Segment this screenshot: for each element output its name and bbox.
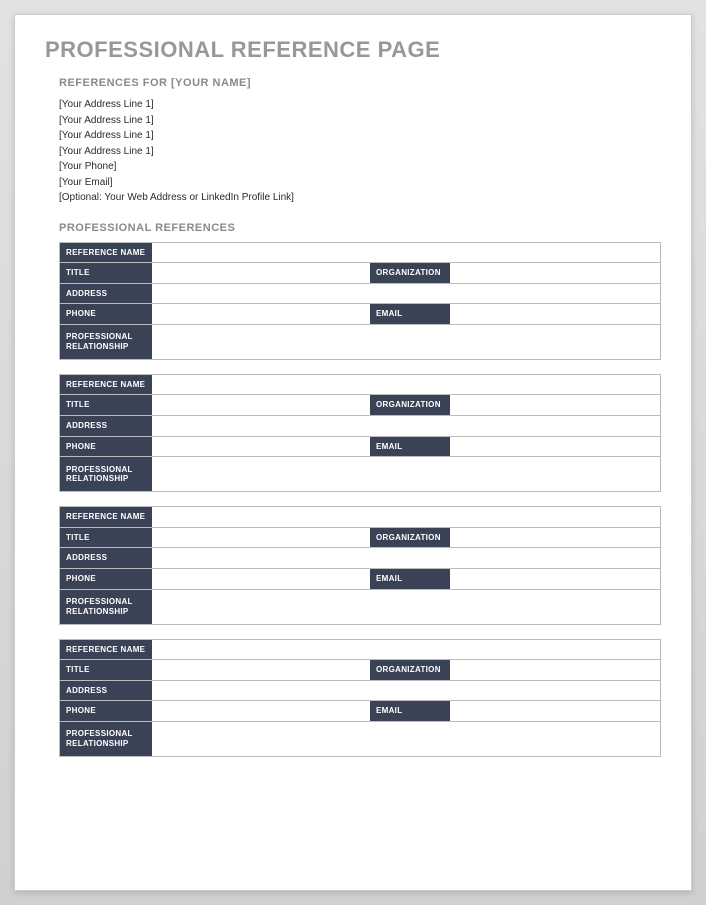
label-organization: ORGANIZATION bbox=[370, 660, 450, 680]
label-title: TITLE bbox=[60, 528, 152, 548]
label-phone: PHONE bbox=[60, 304, 152, 324]
field-phone[interactable] bbox=[152, 437, 370, 457]
document-page: PROFESSIONAL REFERENCE PAGE REFERENCES F… bbox=[14, 14, 692, 891]
field-address[interactable] bbox=[152, 548, 660, 568]
label-organization: ORGANIZATION bbox=[370, 528, 450, 548]
label-reference-name: REFERENCE NAME bbox=[60, 243, 152, 263]
field-reference-name[interactable] bbox=[152, 243, 660, 263]
label-phone: PHONE bbox=[60, 437, 152, 457]
field-title[interactable] bbox=[152, 395, 370, 415]
address-line: [Your Address Line 1] bbox=[59, 97, 661, 113]
label-email: EMAIL bbox=[370, 304, 450, 324]
label-title: TITLE bbox=[60, 395, 152, 415]
label-title: TITLE bbox=[60, 263, 152, 283]
section-heading: PROFESSIONAL REFERENCES bbox=[59, 222, 661, 234]
label-title: TITLE bbox=[60, 660, 152, 680]
address-line: [Your Address Line 1] bbox=[59, 128, 661, 144]
field-address[interactable] bbox=[152, 416, 660, 436]
label-organization: ORGANIZATION bbox=[370, 395, 450, 415]
label-email: EMAIL bbox=[370, 701, 450, 721]
field-organization[interactable] bbox=[450, 263, 660, 283]
field-reference-name[interactable] bbox=[152, 640, 660, 660]
label-address: ADDRESS bbox=[60, 548, 152, 568]
label-relationship: PROFESSIONAL RELATIONSHIP bbox=[60, 590, 152, 624]
reference-block: REFERENCE NAME TITLE ORGANIZATION ADDRES… bbox=[59, 242, 661, 360]
field-title[interactable] bbox=[152, 528, 370, 548]
email-line: [Your Email] bbox=[59, 175, 661, 191]
field-organization[interactable] bbox=[450, 528, 660, 548]
field-phone[interactable] bbox=[152, 304, 370, 324]
label-relationship: PROFESSIONAL RELATIONSHIP bbox=[60, 325, 152, 359]
reference-block: REFERENCE NAME TITLE ORGANIZATION ADDRES… bbox=[59, 639, 661, 757]
field-email[interactable] bbox=[450, 701, 660, 721]
field-relationship[interactable] bbox=[152, 325, 660, 359]
field-relationship[interactable] bbox=[152, 590, 660, 624]
address-line: [Your Address Line 1] bbox=[59, 144, 661, 160]
field-phone[interactable] bbox=[152, 569, 370, 589]
field-address[interactable] bbox=[152, 284, 660, 304]
address-line: [Your Address Line 1] bbox=[59, 113, 661, 129]
label-relationship: PROFESSIONAL RELATIONSHIP bbox=[60, 722, 152, 756]
field-email[interactable] bbox=[450, 437, 660, 457]
label-reference-name: REFERENCE NAME bbox=[60, 507, 152, 527]
phone-line: [Your Phone] bbox=[59, 159, 661, 175]
field-reference-name[interactable] bbox=[152, 507, 660, 527]
field-email[interactable] bbox=[450, 569, 660, 589]
field-organization[interactable] bbox=[450, 395, 660, 415]
label-address: ADDRESS bbox=[60, 416, 152, 436]
label-reference-name: REFERENCE NAME bbox=[60, 375, 152, 395]
label-address: ADDRESS bbox=[60, 284, 152, 304]
field-email[interactable] bbox=[450, 304, 660, 324]
field-reference-name[interactable] bbox=[152, 375, 660, 395]
web-line: [Optional: Your Web Address or LinkedIn … bbox=[59, 190, 661, 206]
field-title[interactable] bbox=[152, 660, 370, 680]
label-phone: PHONE bbox=[60, 701, 152, 721]
label-email: EMAIL bbox=[370, 569, 450, 589]
references-for-heading: REFERENCES FOR [YOUR NAME] bbox=[59, 77, 661, 89]
field-address[interactable] bbox=[152, 681, 660, 701]
label-address: ADDRESS bbox=[60, 681, 152, 701]
reference-block: REFERENCE NAME TITLE ORGANIZATION ADDRES… bbox=[59, 374, 661, 492]
label-phone: PHONE bbox=[60, 569, 152, 589]
field-organization[interactable] bbox=[450, 660, 660, 680]
page-title: PROFESSIONAL REFERENCE PAGE bbox=[45, 37, 661, 63]
field-title[interactable] bbox=[152, 263, 370, 283]
field-relationship[interactable] bbox=[152, 722, 660, 756]
label-relationship: PROFESSIONAL RELATIONSHIP bbox=[60, 457, 152, 491]
field-phone[interactable] bbox=[152, 701, 370, 721]
reference-block: REFERENCE NAME TITLE ORGANIZATION ADDRES… bbox=[59, 506, 661, 624]
contact-info-block: [Your Address Line 1] [Your Address Line… bbox=[59, 97, 661, 206]
field-relationship[interactable] bbox=[152, 457, 660, 491]
label-email: EMAIL bbox=[370, 437, 450, 457]
label-reference-name: REFERENCE NAME bbox=[60, 640, 152, 660]
label-organization: ORGANIZATION bbox=[370, 263, 450, 283]
